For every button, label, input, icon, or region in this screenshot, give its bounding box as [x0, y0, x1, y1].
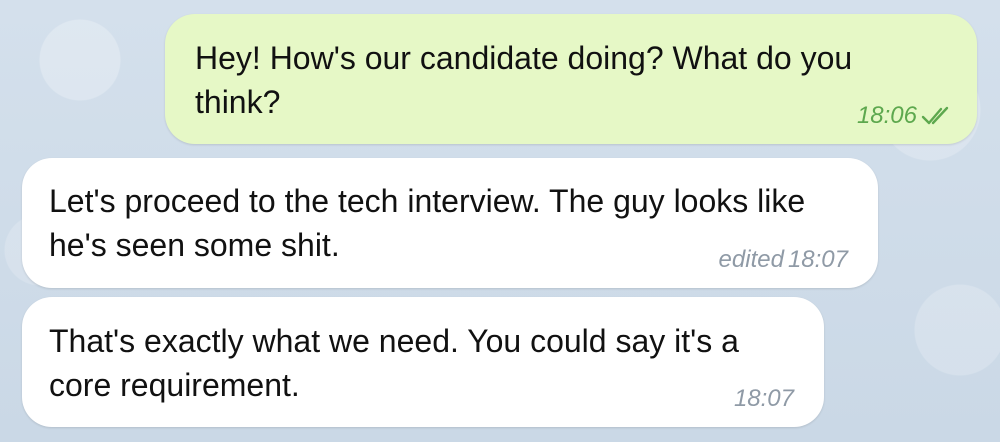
message-time: 18:07: [787, 246, 848, 273]
message-bubble-incoming[interactable]: That's exactly what we need. You could s…: [22, 297, 824, 427]
message-meta: 18:07: [734, 385, 794, 413]
message-time: 18:07: [733, 385, 794, 412]
message-meta: 18:06: [857, 102, 951, 130]
message-bubble-incoming[interactable]: Let's proceed to the tech interview. The…: [22, 158, 878, 288]
message-time: 18:06: [856, 102, 917, 129]
message-text: That's exactly what we need. You could s…: [49, 323, 739, 403]
double-check-icon: [921, 105, 951, 127]
message-bubble-outgoing[interactable]: Hey! How's our candidate doing? What do …: [165, 14, 977, 144]
message-text: Hey! How's our candidate doing? What do …: [195, 40, 853, 120]
edited-label: edited: [718, 246, 784, 273]
message-meta: edited 18:07: [719, 246, 848, 274]
